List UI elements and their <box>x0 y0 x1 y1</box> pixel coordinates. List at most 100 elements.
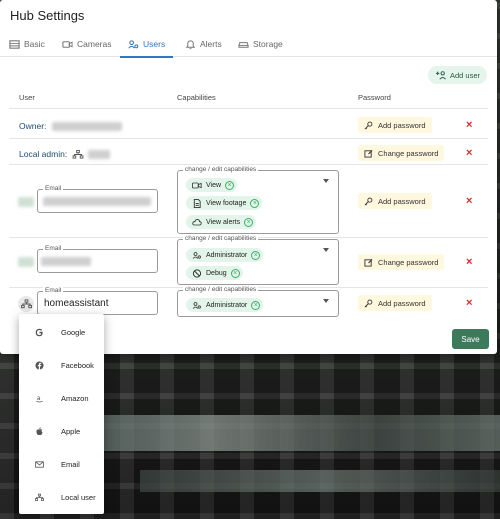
file-icon <box>193 198 201 208</box>
chip-label: View <box>206 181 222 189</box>
capabilities-select[interactable]: change / edit capabilities Administrator… <box>177 286 339 317</box>
menu-item-label: Facebook <box>61 361 94 370</box>
hub-settings-dialog: Hub Settings Basic Cameras Users Alerts … <box>0 0 497 354</box>
menu-item-google[interactable]: Google <box>19 316 104 349</box>
password-button-label: Add password <box>378 196 426 206</box>
menu-item-apple[interactable]: Apple <box>19 415 104 448</box>
local-admin-change-password-button[interactable]: Change password <box>358 145 445 161</box>
email-legend: Email <box>43 185 64 192</box>
add-user-icon <box>435 71 446 80</box>
menu-item-label: Apple <box>61 427 81 436</box>
email-value: homeassistant <box>44 298 109 309</box>
menu-item-label: Amazon <box>61 394 89 403</box>
edit-icon <box>364 149 373 158</box>
users-gear-icon <box>192 301 201 309</box>
local-admin-label: Local admin: <box>19 149 68 159</box>
chip-label: View alerts <box>206 218 241 226</box>
background-shape <box>140 470 500 492</box>
delete-user-icon[interactable]: × <box>466 196 472 207</box>
amazon-icon: a <box>36 395 43 403</box>
login-type-menu: Google Facebook a Amazon Apple Email Loc… <box>19 314 104 514</box>
remove-chip-icon[interactable]: × <box>251 250 261 260</box>
tab-users[interactable]: Users <box>119 31 174 58</box>
login-type-avatar[interactable] <box>18 296 34 312</box>
chevron-down-icon <box>323 299 329 303</box>
remove-chip-icon[interactable]: × <box>250 198 260 208</box>
menu-item-amazon[interactable]: a Amazon <box>19 382 104 415</box>
tab-alerts[interactable]: Alerts <box>185 31 222 57</box>
apple-icon <box>36 427 43 436</box>
owner-label: Owner: <box>19 121 47 131</box>
tab-basic[interactable]: Basic <box>9 31 45 57</box>
network-icon <box>20 299 32 309</box>
capability-chip-administrator: Administrator × <box>186 248 264 262</box>
menu-item-local-user[interactable]: Local user <box>19 481 104 514</box>
chip-label: Debug <box>206 269 227 277</box>
password-button-label: Add password <box>378 298 426 308</box>
bell-icon <box>185 39 196 49</box>
tab-label: Alerts <box>200 39 222 49</box>
divider <box>9 164 488 165</box>
capabilities-select[interactable]: change / edit capabilities Administrator… <box>177 235 339 285</box>
delete-user-icon[interactable]: × <box>466 148 472 159</box>
remove-chip-icon[interactable]: × <box>251 300 261 310</box>
password-button-label: Add password <box>378 120 426 130</box>
password-button-label: Change password <box>378 257 439 267</box>
capability-chip-view-footage: View footage × <box>186 196 263 210</box>
email-field[interactable]: Email <box>37 245 158 273</box>
capabilities-legend: change / edit capabilities <box>183 166 259 173</box>
divider <box>9 108 488 109</box>
key-icon <box>364 197 373 205</box>
tab-cameras[interactable]: Cameras <box>62 31 111 57</box>
delete-user-icon[interactable]: × <box>466 257 472 268</box>
redacted-email-value <box>41 257 91 266</box>
delete-user-icon[interactable]: × <box>466 298 472 309</box>
menu-item-email[interactable]: Email <box>19 448 104 481</box>
chevron-down-icon <box>323 179 329 183</box>
tab-label: Cameras <box>77 39 112 49</box>
email-field[interactable]: Email <box>37 185 158 213</box>
tab-storage[interactable]: Storage <box>238 31 283 57</box>
remove-chip-icon[interactable]: × <box>244 217 254 227</box>
tab-label: Basic <box>24 39 45 49</box>
capability-chip-view: View × <box>186 178 238 192</box>
cloud-alert-icon <box>192 218 202 225</box>
google-icon <box>35 328 43 337</box>
edit-icon <box>364 258 373 267</box>
menu-item-label: Google <box>61 328 86 337</box>
owner-row: Owner: <box>19 121 122 132</box>
users-gear-icon <box>128 39 139 48</box>
capabilities-select[interactable]: change / edit capabilities View × View f… <box>177 166 339 234</box>
local-admin-row: Local admin: <box>19 149 110 160</box>
camera-icon <box>62 40 73 48</box>
debug-icon <box>192 268 202 278</box>
menu-item-facebook[interactable]: Facebook <box>19 349 104 382</box>
capability-chip-view-alerts: View alerts × <box>186 215 257 229</box>
email-legend: Email <box>43 287 64 294</box>
menu-item-label: Local user <box>61 493 96 502</box>
redacted-avatar <box>18 257 34 267</box>
drive-icon <box>238 41 249 48</box>
owner-add-password-button[interactable]: Add password <box>358 117 432 133</box>
column-header-capabilities: Capabilities <box>177 93 216 102</box>
email-field[interactable]: Email homeassistant <box>37 287 158 315</box>
key-icon <box>364 121 373 129</box>
network-icon <box>35 493 44 501</box>
email-legend: Email <box>43 245 64 252</box>
save-button[interactable]: Save <box>452 329 489 349</box>
dialog-title: Hub Settings <box>10 8 85 23</box>
users-gear-icon <box>192 251 201 259</box>
remove-chip-icon[interactable]: × <box>230 268 240 278</box>
remove-chip-icon[interactable]: × <box>225 180 235 190</box>
user3-add-password-button[interactable]: Add password <box>358 295 432 311</box>
user2-change-password-button[interactable]: Change password <box>358 254 445 270</box>
add-user-label: Add user <box>449 70 481 80</box>
password-button-label: Change password <box>378 148 439 158</box>
chip-label: View footage <box>206 199 247 207</box>
delete-user-icon[interactable]: × <box>466 120 472 131</box>
capability-chip-debug: Debug × <box>186 266 243 280</box>
user1-add-password-button[interactable]: Add password <box>358 193 432 209</box>
redacted-email-value <box>43 197 151 206</box>
redacted-owner-name <box>51 122 122 132</box>
add-user-button[interactable]: Add user <box>428 66 487 84</box>
